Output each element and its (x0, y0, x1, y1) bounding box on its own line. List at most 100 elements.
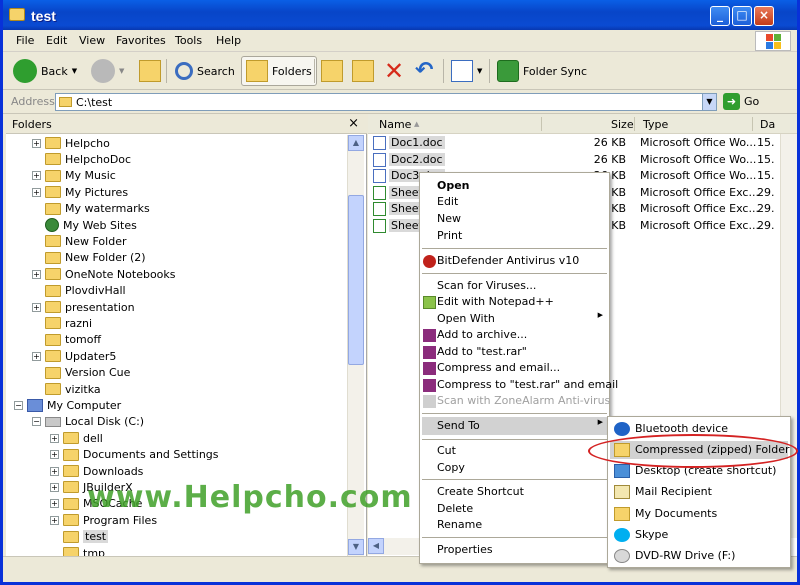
file-row[interactable]: Doc1.doc 26 KB Microsoft Office Wo... 15. (368, 135, 797, 151)
menu-file[interactable]: File (16, 34, 34, 47)
back-button[interactable]: Back ▼ (9, 56, 81, 86)
scroll-up-button[interactable]: ▲ (348, 135, 364, 151)
tree-item[interactable]: razni (32, 315, 92, 331)
tree-item[interactable]: + Documents and Settings (50, 447, 219, 463)
menu-edit-file[interactable]: Edit (437, 194, 458, 210)
expand-toggle-icon[interactable]: + (50, 499, 59, 509)
menu-compress-email[interactable]: Compress and email... (437, 360, 560, 376)
maximize-button[interactable]: □ (732, 6, 752, 26)
menu-properties[interactable]: Properties (437, 542, 493, 558)
tree-item[interactable]: − Local Disk (C:) (32, 414, 144, 430)
scroll-down-button[interactable]: ▼ (348, 539, 364, 555)
menu-create-shortcut[interactable]: Create Shortcut (437, 484, 524, 500)
tree-item[interactable]: New Folder (2) (32, 250, 146, 266)
menu-view[interactable]: View (79, 34, 105, 47)
folders-button[interactable]: Folders (241, 56, 317, 86)
expand-toggle-icon[interactable]: + (32, 302, 41, 312)
file-row[interactable]: Doc2.doc 26 KB Microsoft Office Wo... 15. (368, 152, 797, 168)
title-bar[interactable]: test _ □ × (3, 0, 797, 30)
expand-toggle-icon[interactable]: + (50, 450, 59, 460)
file-date: 15. (757, 152, 775, 166)
tree-item[interactable]: + My Pictures (32, 184, 128, 200)
tree-item[interactable]: + dell (50, 430, 103, 446)
tree-item[interactable]: tomoff (32, 332, 101, 348)
forward-button[interactable]: ▼ (87, 56, 128, 86)
address-input[interactable]: C:\test (55, 93, 717, 111)
menu-edit[interactable]: Edit (46, 34, 67, 47)
tree-item[interactable]: My Web Sites (32, 217, 137, 233)
delete-button[interactable]: ✕ (380, 56, 408, 86)
column-type[interactable]: Type (643, 118, 668, 131)
scroll-left-button[interactable]: ◀ (368, 538, 384, 554)
tree-item[interactable]: + Downloads (50, 463, 143, 479)
menu-scan-viruses[interactable]: Scan for Viruses... (437, 278, 536, 294)
tree-item[interactable]: + OneNote Notebooks (32, 266, 176, 282)
expand-toggle-icon[interactable]: + (32, 187, 41, 197)
sendto-skype[interactable]: Skype (635, 527, 668, 543)
expand-toggle-icon[interactable]: + (50, 433, 59, 443)
expand-toggle-icon[interactable]: + (32, 351, 41, 361)
column-date[interactable]: Da (760, 118, 775, 131)
views-button[interactable]: ▼ (447, 56, 486, 86)
tree-item[interactable]: HelpchoDoc (32, 151, 131, 167)
minimize-button[interactable]: _ (710, 6, 730, 26)
menu-print[interactable]: Print (437, 228, 462, 244)
expand-toggle-icon[interactable]: − (14, 400, 23, 410)
tree-item[interactable]: test (50, 529, 109, 545)
menu-cut[interactable]: Cut (437, 443, 456, 459)
menu-new[interactable]: New (437, 211, 461, 227)
tree-item[interactable]: tmp (50, 545, 105, 556)
expand-toggle-icon[interactable]: + (50, 515, 59, 525)
menu-help[interactable]: Help (216, 34, 241, 47)
close-pane-icon[interactable]: × (348, 116, 359, 131)
tree-item[interactable]: + presentation (32, 299, 135, 315)
search-button[interactable]: Search (171, 56, 239, 86)
menu-open-with[interactable]: Open With (437, 311, 495, 327)
undo-button[interactable]: ↶ (411, 56, 437, 86)
go-button[interactable]: ➜ Go (723, 93, 759, 110)
sendto-mail-recipient[interactable]: Mail Recipient (635, 484, 712, 500)
menu-favorites[interactable]: Favorites (116, 34, 166, 47)
address-dropdown-button[interactable]: ▼ (702, 93, 717, 111)
tree-item[interactable]: vizitka (32, 381, 101, 397)
tree-item-label: tmp (83, 546, 106, 557)
expand-toggle-icon[interactable]: + (32, 138, 41, 148)
move-to-button[interactable] (317, 56, 347, 86)
tree-item[interactable]: + Updater5 (32, 348, 116, 364)
scroll-thumb[interactable] (348, 195, 364, 365)
tree-item[interactable]: − My Computer (14, 397, 121, 413)
expand-toggle-icon[interactable]: + (50, 466, 59, 476)
up-folder-button[interactable] (135, 56, 165, 86)
sendto-my-documents[interactable]: My Documents (635, 506, 717, 522)
expand-toggle-icon[interactable]: + (32, 171, 41, 181)
copy-to-button[interactable] (348, 56, 378, 86)
close-button[interactable]: × (754, 6, 774, 26)
tree-item-label: razni (65, 316, 93, 330)
sendto-dvd-drive[interactable]: DVD-RW Drive (F:) (635, 548, 735, 564)
expand-toggle-icon[interactable]: + (50, 482, 59, 492)
folder-sync-button[interactable]: Folder Sync (493, 56, 591, 86)
menu-add-archive[interactable]: Add to archive... (437, 327, 527, 343)
menu-copy[interactable]: Copy (437, 460, 465, 476)
menu-compress-rar-email[interactable]: Compress to "test.rar" and email (437, 377, 618, 393)
folder-icon (45, 350, 61, 363)
menu-delete[interactable]: Delete (437, 501, 473, 517)
expand-toggle-icon[interactable]: + (32, 269, 41, 279)
menu-bitdefender[interactable]: BitDefender Antivirus v10 (437, 253, 579, 269)
tree-item[interactable]: + Helpcho (32, 135, 110, 151)
tree-item[interactable]: PlovdivHall (32, 283, 126, 299)
menu-edit-notepad[interactable]: Edit with Notepad++ (437, 294, 554, 310)
expand-toggle-icon[interactable]: − (32, 417, 41, 427)
menu-add-rar[interactable]: Add to "test.rar" (437, 344, 527, 360)
dropdown-arrow-icon: ▼ (119, 67, 125, 75)
tree-item[interactable]: Version Cue (32, 365, 130, 381)
tree-item[interactable]: My watermarks (32, 201, 150, 217)
column-name[interactable]: Name (379, 118, 411, 131)
column-size[interactable]: Size (611, 118, 634, 131)
menu-send-to[interactable]: Send To (437, 418, 480, 434)
tree-item[interactable]: New Folder (32, 233, 126, 249)
menu-rename[interactable]: Rename (437, 517, 482, 533)
tree-item[interactable]: + My Music (32, 168, 116, 184)
menu-open[interactable]: Open (437, 178, 470, 194)
menu-tools[interactable]: Tools (175, 34, 202, 47)
